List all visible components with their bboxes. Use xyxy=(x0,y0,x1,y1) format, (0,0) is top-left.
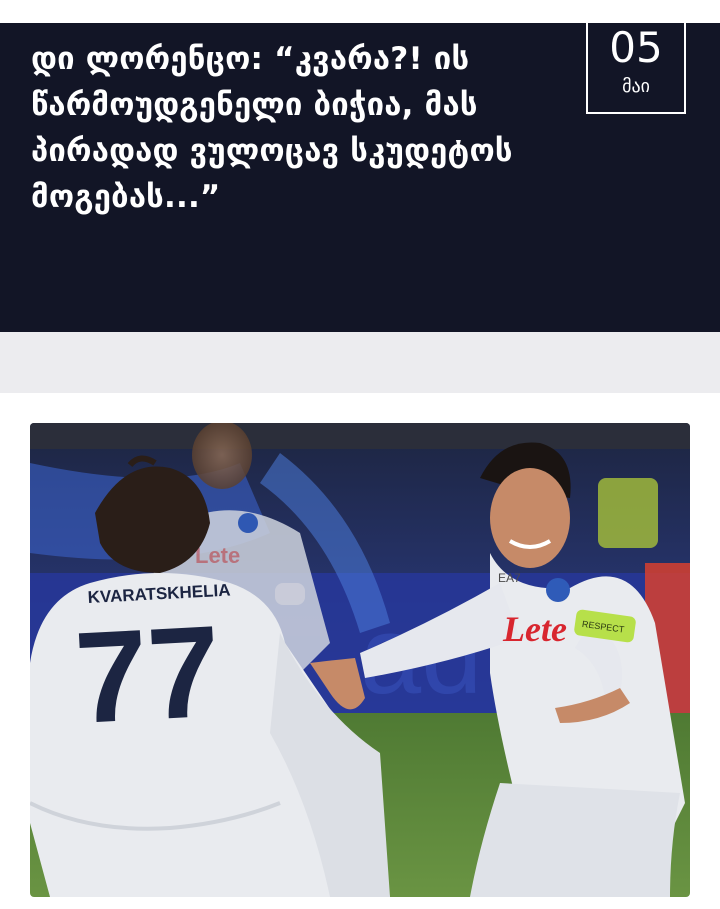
svg-text:Lete: Lete xyxy=(195,543,240,568)
article-header: დი ლორენცო: “კვარა?! ის წარმოუდგენელი ბი… xyxy=(0,23,720,332)
article-photo[interactable]: ad Lete KVARATSKHELIA 77 xyxy=(30,423,690,897)
steward-vest xyxy=(598,478,658,548)
article-title[interactable]: დი ლორენცო: “კვარა?! ის წარმოუდგენელი ბი… xyxy=(31,36,551,220)
date-month: მაი xyxy=(622,76,650,97)
date-badge: 05 მაი xyxy=(586,23,686,114)
kit-brand-text: EA7 xyxy=(498,571,521,585)
jersey-number-text: 77 xyxy=(72,598,224,751)
photo-illustration: ad Lete KVARATSKHELIA 77 xyxy=(30,423,690,897)
stands-top xyxy=(30,423,690,449)
section-separator xyxy=(0,332,720,393)
date-day: 05 xyxy=(609,23,663,72)
article-page: დი ლორენცო: “კვარა?! ის წარმოუდგენელი ბი… xyxy=(0,0,720,909)
top-strip xyxy=(0,0,720,23)
sponsor-text: Lete xyxy=(502,609,567,649)
napoli-badge xyxy=(546,578,570,602)
